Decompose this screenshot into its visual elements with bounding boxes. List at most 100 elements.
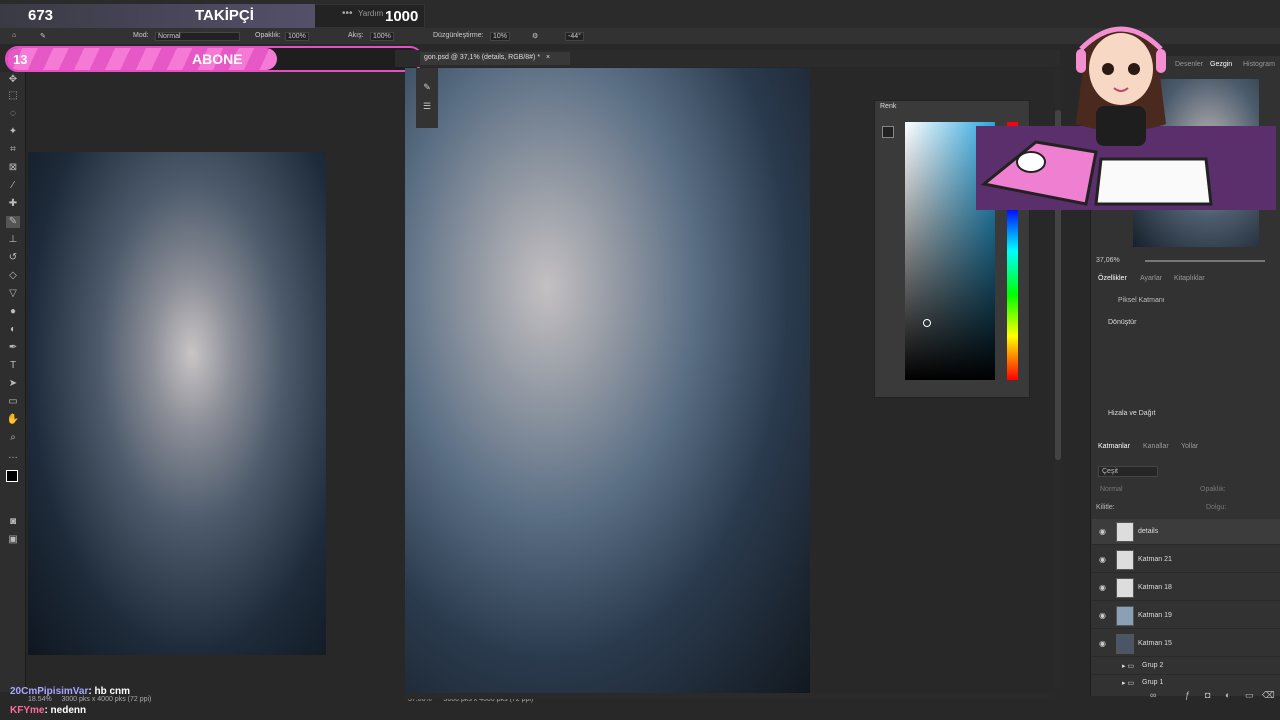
close-icon[interactable]: ×: [546, 54, 550, 61]
visibility-icon[interactable]: ◉: [1099, 555, 1109, 564]
brush-settings-icon[interactable]: ✎: [416, 82, 438, 93]
tab-channels[interactable]: Kanallar: [1143, 443, 1169, 450]
hand-tool-icon[interactable]: ✋: [6, 414, 20, 426]
layer-row[interactable]: ◉ Katman 19: [1092, 603, 1280, 629]
tab-paths[interactable]: Yollar: [1181, 443, 1198, 450]
mode-select[interactable]: Normal: [155, 32, 240, 41]
follower-count: 673: [28, 7, 54, 24]
layer-thumbnail: [1116, 634, 1134, 654]
color-swatch-icon[interactable]: [882, 126, 894, 138]
new-group-icon[interactable]: ▭: [1245, 690, 1254, 701]
layer-thumbnail: [1116, 550, 1134, 570]
tab-libraries[interactable]: Kitaplıklar: [1174, 275, 1205, 282]
clone-stamp-icon[interactable]: ⊥: [6, 234, 20, 246]
tab-adjustments[interactable]: Ayarlar: [1140, 275, 1162, 282]
artwork-thumbnail-left: [28, 152, 326, 655]
mouse-icon: [1016, 151, 1046, 173]
link-icon[interactable]: ∞: [1150, 690, 1156, 700]
color-panel-title[interactable]: Renk: [880, 103, 896, 110]
tab-layers[interactable]: Katmanlar: [1098, 443, 1130, 450]
tab-properties[interactable]: Özellikler: [1098, 275, 1127, 282]
headphone-icon: [1076, 49, 1086, 73]
flow-label: Akış:: [348, 32, 364, 39]
keyboard-icon: [1094, 157, 1213, 206]
color-picker-handle[interactable]: [923, 319, 931, 327]
layer-row[interactable]: ◉ details: [1092, 519, 1280, 545]
menu-help[interactable]: Yardım: [358, 9, 383, 18]
healing-brush-icon[interactable]: ✚: [6, 198, 20, 210]
visibility-icon[interactable]: ◉: [1099, 583, 1109, 592]
mask-icon[interactable]: ◘: [1205, 690, 1210, 700]
chat-username: 20CmPipisimVar: [10, 686, 89, 697]
layer-name: Katman 18: [1138, 584, 1172, 591]
brush-icon[interactable]: ✎: [40, 32, 46, 40]
screen-mode-icon[interactable]: ▣: [6, 534, 20, 546]
lock-label: Kilitle:: [1096, 504, 1115, 511]
visibility-icon[interactable]: ◉: [1099, 611, 1109, 620]
folder-icon: ▸ ▭: [1122, 663, 1135, 670]
move-tool-icon[interactable]: ✥: [6, 74, 20, 86]
zoom-slider[interactable]: [1145, 260, 1265, 262]
group-name: Grup 2: [1142, 662, 1164, 669]
horizontal-scrollbar[interactable]: [405, 693, 1055, 699]
gear-icon[interactable]: ⚙: [532, 32, 538, 40]
subscriber-count: 13: [13, 52, 28, 67]
opacity-input[interactable]: 100%: [285, 32, 309, 41]
pen-tool-icon[interactable]: ✒: [6, 342, 20, 354]
angle-input[interactable]: -44°: [565, 32, 584, 41]
group-row[interactable]: ▸ ▭ Grup 1: [1092, 675, 1280, 691]
type-tool-icon[interactable]: T: [6, 360, 20, 372]
path-select-icon[interactable]: ➤: [6, 378, 20, 390]
rectangle-tool-icon[interactable]: ▭: [6, 396, 20, 408]
paint-bucket-icon[interactable]: ▽: [6, 288, 20, 300]
fill-label: Dolgu:: [1206, 504, 1227, 511]
blend-mode-select[interactable]: Normal: [1100, 486, 1123, 493]
artwork-main: [405, 68, 810, 693]
streamer-avatar: [976, 26, 1276, 210]
layer-filter-select[interactable]: Çeşit: [1098, 466, 1158, 477]
chat-message: 20CmPipisimVar: hb cnm: [10, 686, 130, 697]
eraser-icon[interactable]: ◇: [6, 270, 20, 282]
layer-row[interactable]: ◉ Katman 15: [1092, 631, 1280, 657]
smoothing-input[interactable]: 10%: [490, 32, 511, 41]
smoothing-label: Düzgünleştirme:: [433, 32, 484, 39]
tool-panel: ✥ ⬚ ◌ ✦ ⌗ ⊠ ⁄ ✚ ✎ ⊥ ↺ ◇ ▽ ● ◐ ✒ T ➤ ▭ ✋ …: [0, 72, 26, 692]
layer-opacity-label: Opaklık:: [1200, 486, 1226, 493]
doc-size-left: 3000 pks x 4000 pks (72 ppi): [61, 696, 152, 703]
pixel-layer-label: Piksel Katmanı: [1118, 297, 1165, 304]
crop-tool-icon[interactable]: ⌗: [6, 144, 20, 156]
marquee-tool-icon[interactable]: ⬚: [6, 90, 20, 102]
flow-input[interactable]: 100%: [370, 32, 394, 41]
layer-row[interactable]: ◉ Katman 21: [1092, 547, 1280, 573]
trash-icon[interactable]: ⌫: [1262, 690, 1275, 701]
zoom-tool-icon[interactable]: ⌕: [6, 432, 20, 444]
home-icon[interactable]: ⌂: [12, 32, 16, 39]
document-tab[interactable]: gon.psd @ 37,1% (details, RGB/8#) * ×: [420, 52, 570, 65]
foreground-color-swatch[interactable]: [6, 470, 18, 482]
group-row[interactable]: ▸ ▭ Grup 2: [1092, 657, 1280, 675]
lasso-tool-icon[interactable]: ◌: [6, 108, 20, 120]
dodge-tool-icon[interactable]: ◐: [6, 324, 20, 336]
layer-row[interactable]: ◉ Katman 18: [1092, 575, 1280, 601]
quick-select-icon[interactable]: ✦: [6, 126, 20, 138]
visibility-icon[interactable]: ◉: [1099, 527, 1109, 536]
history-brush-icon[interactable]: ↺: [6, 252, 20, 264]
brush-tool-icon[interactable]: ✎: [6, 216, 20, 228]
opacity-label: Opaklık:: [255, 32, 281, 39]
more-tools-icon[interactable]: …: [6, 450, 20, 462]
avatar-face: [1089, 33, 1153, 105]
quick-mask-icon[interactable]: ◙: [6, 516, 20, 528]
visibility-icon[interactable]: ◉: [1099, 639, 1109, 648]
sliders-icon[interactable]: ☰: [416, 101, 438, 112]
document-tab-title: gon.psd @ 37,1% (details, RGB/8#) *: [424, 54, 541, 61]
fx-icon[interactable]: ƒ: [1185, 690, 1190, 700]
frame-tool-icon[interactable]: ⊠: [6, 162, 20, 174]
blur-tool-icon[interactable]: ●: [6, 306, 20, 318]
adjustment-icon[interactable]: ◐: [1225, 690, 1230, 700]
more-icon[interactable]: •••: [342, 8, 353, 19]
eyedropper-icon[interactable]: ⁄: [6, 180, 20, 192]
navigator-zoom[interactable]: 37,06%: [1096, 257, 1120, 264]
transform-section[interactable]: Dönüştür: [1108, 319, 1136, 326]
chat-text: : hb cnm: [88, 686, 131, 697]
align-section[interactable]: Hizala ve Dağıt: [1108, 410, 1155, 417]
